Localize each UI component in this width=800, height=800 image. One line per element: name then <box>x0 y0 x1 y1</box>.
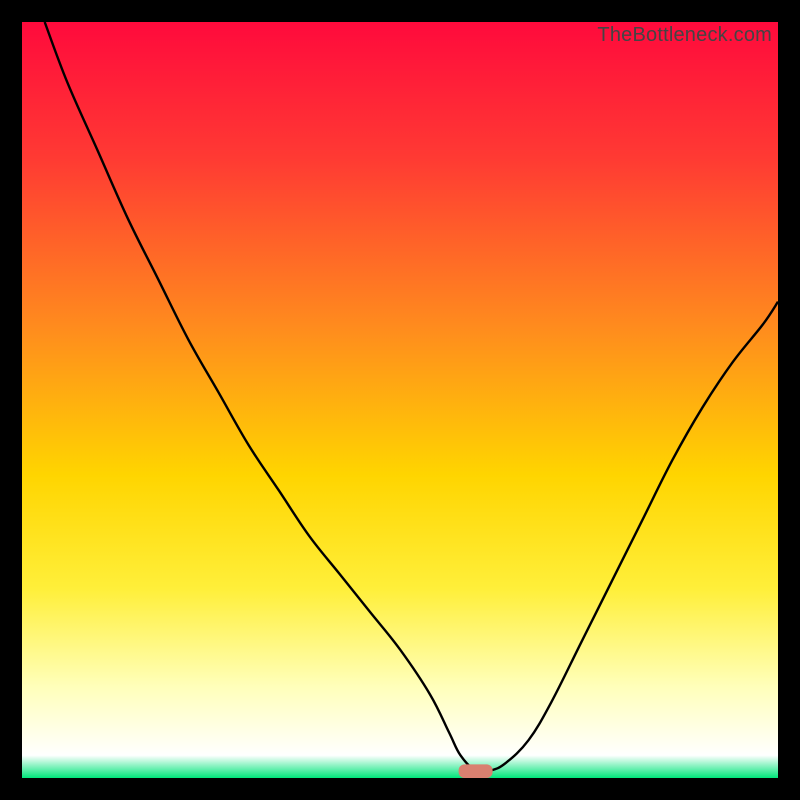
optimal-marker <box>459 764 493 778</box>
chart-frame: TheBottleneck.com <box>22 22 778 778</box>
watermark-label: TheBottleneck.com <box>597 24 772 47</box>
gradient-background <box>22 22 778 778</box>
bottleneck-plot <box>22 22 778 778</box>
